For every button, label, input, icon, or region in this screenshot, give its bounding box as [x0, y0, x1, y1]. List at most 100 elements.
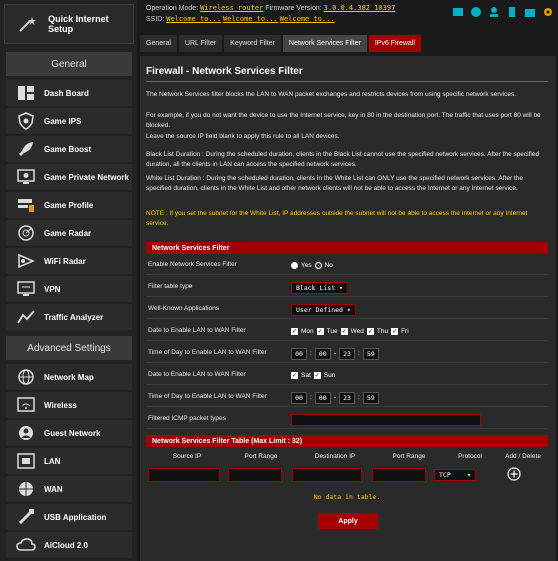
- filter-table-type-select[interactable]: Black List ▾: [291, 281, 348, 294]
- weekday-start-minute[interactable]: 00: [314, 347, 331, 360]
- advanced-settings-header: Advanced Settings: [6, 336, 132, 360]
- ssid-link-2[interactable]: Welcome to...: [223, 15, 278, 23]
- mon-checkbox[interactable]: ✓: [291, 328, 298, 335]
- sidebar-item-game-radar[interactable]: Game Radar: [6, 220, 132, 246]
- black-list-description: Black List Duration : During the schedul…: [146, 151, 540, 168]
- sidebar-item-usb-application[interactable]: USB Application: [6, 504, 132, 530]
- protocol-value: TCP: [439, 471, 451, 479]
- fri-label: Fri: [401, 328, 409, 335]
- filter-table-header: Network Services Filter Table (Max Limit…: [146, 435, 548, 447]
- sidebar-item-label: LAN: [44, 456, 61, 466]
- tab-keyword-filter[interactable]: Keyword Filter: [224, 35, 281, 52]
- apply-button[interactable]: Apply: [318, 513, 378, 529]
- sun-label: Sun: [323, 372, 336, 379]
- icmp-input[interactable]: [291, 413, 481, 426]
- sidebar-item-wireless[interactable]: Wireless: [6, 392, 132, 418]
- sidebar-item-label: USB Application: [44, 512, 107, 522]
- icmp-row: Filtered ICMP packet types: [146, 410, 548, 429]
- white-list-description: White List Duration : During the schedul…: [146, 175, 523, 192]
- known-apps-select[interactable]: User Defined ▾: [291, 303, 356, 316]
- destination-ip-input[interactable]: [292, 468, 362, 482]
- weekday-start-hour[interactable]: 00: [291, 347, 307, 360]
- sidebar-item-lan[interactable]: LAN: [6, 448, 132, 474]
- wan-icon: [14, 478, 38, 500]
- sidebar-item-game-profile[interactable]: Game Profile: [6, 192, 132, 218]
- sidebar-item-wifi-radar[interactable]: WiFi Radar: [6, 248, 132, 274]
- thu-checkbox[interactable]: ✓: [366, 328, 374, 335]
- tab-bar: General URL Filter Keyword Filter Networ…: [140, 35, 558, 52]
- col-destination-port-range: Port Range: [392, 452, 426, 460]
- client-status-icon[interactable]: [488, 6, 500, 18]
- game-profile-icon: [14, 194, 38, 216]
- sidebar-item-vpn[interactable]: VPN: [6, 276, 132, 302]
- source-port-input[interactable]: [228, 468, 282, 482]
- sidebar-item-wan[interactable]: WAN: [6, 476, 132, 502]
- gear-icon[interactable]: [542, 6, 554, 18]
- fri-checkbox[interactable]: ✓: [391, 328, 399, 335]
- security-status-icon[interactable]: [470, 6, 482, 18]
- weekday-end-minute[interactable]: 59: [362, 347, 379, 360]
- status-icons: [452, 6, 554, 18]
- dashboard-icon: [14, 82, 38, 104]
- protocol-select[interactable]: TCP ▾: [434, 469, 476, 481]
- col-source-ip: Source IP: [172, 452, 202, 460]
- firmware-link[interactable]: 3.0.0.4.382_10397: [324, 4, 396, 12]
- enable-no-radio[interactable]: [314, 262, 322, 269]
- ssid-link-3[interactable]: Welcome to...: [280, 15, 335, 23]
- sidebar-item-label: Traffic Analyzer: [44, 312, 104, 322]
- weekend-time-row: Time of Day to Enable LAN to WAN Filter …: [146, 388, 548, 407]
- filter-table-type-label: Filter table type: [148, 283, 193, 290]
- weekend-end-hour[interactable]: 23: [338, 391, 355, 404]
- tab-general[interactable]: General: [140, 35, 177, 52]
- wed-checkbox[interactable]: ✓: [340, 328, 348, 335]
- vpn-icon: [14, 278, 38, 300]
- enable-no-label: No: [324, 262, 333, 269]
- known-apps-label: Well-Known Applications: [148, 305, 220, 312]
- wand-icon: [17, 14, 40, 34]
- col-add-delete: Add / Delete: [505, 452, 541, 460]
- sidebar-item-label: WAN: [44, 484, 63, 494]
- rocket-icon: [14, 138, 38, 160]
- internet-status-icon[interactable]: [452, 6, 464, 18]
- weekend-time-label: Time of Day to Enable LAN to WAN Filter: [148, 393, 267, 400]
- quick-internet-setup-button[interactable]: Quick Internet Setup: [4, 4, 134, 44]
- source-ip-input[interactable]: [148, 468, 220, 482]
- add-rule-button[interactable]: [507, 467, 521, 481]
- weekday-end-hour[interactable]: 23: [338, 347, 355, 360]
- tab-url-filter[interactable]: URL Filter: [178, 35, 223, 52]
- traffic-icon: [14, 306, 38, 328]
- tab-ipv6-firewall[interactable]: IPv6 Firewall: [368, 35, 421, 52]
- sat-label: Sat: [301, 372, 311, 379]
- sidebar-item-label: Network Map: [44, 372, 94, 382]
- sidebar-item-traffic-analyzer[interactable]: Traffic Analyzer: [6, 304, 132, 330]
- weekend-row: Date to Enable LAN to WAN Filter ✓ Sat ✓ S…: [146, 366, 548, 385]
- sidebar-item-guest-network[interactable]: Guest Network: [6, 420, 132, 446]
- ssid-link-1[interactable]: Welcome to...: [166, 15, 221, 23]
- filter-table-type-row: Filter table type Black List ▾: [146, 278, 548, 297]
- app-icon[interactable]: [524, 6, 536, 18]
- enable-filter-row: Enable Network Services Filter Yes No: [146, 256, 548, 275]
- tab-network-services-filter[interactable]: Network Services Filter: [282, 35, 367, 52]
- weekend-end-minute[interactable]: 59: [362, 391, 379, 404]
- sidebar-item-game-boost[interactable]: Game Boost: [6, 136, 132, 162]
- sidebar-item-dashboard[interactable]: Dash Board: [6, 80, 132, 106]
- quick-setup-label: Quick Internet Setup: [48, 14, 109, 34]
- sidebar-item-network-map[interactable]: Network Map: [6, 364, 132, 390]
- lan-icon: [14, 450, 38, 472]
- usb-status-icon[interactable]: [506, 6, 518, 18]
- sidebar-item-aicloud[interactable]: AiCloud 2.0: [6, 532, 132, 558]
- tue-checkbox[interactable]: ✓: [316, 328, 324, 335]
- sidebar-item-label: Game IPS: [44, 116, 82, 126]
- sun-checkbox[interactable]: ✓: [313, 372, 321, 379]
- sidebar-item-label: AiCloud 2.0: [44, 540, 89, 550]
- cloud-icon: [14, 534, 38, 556]
- sidebar-item-game-ips[interactable]: Game IPS: [6, 108, 132, 134]
- destination-port-input[interactable]: [372, 468, 426, 482]
- globe-icon: [14, 366, 38, 388]
- sat-checkbox[interactable]: ✓: [291, 372, 298, 379]
- enable-yes-radio[interactable]: [291, 262, 298, 269]
- op-mode-link[interactable]: Wireless router: [200, 4, 263, 12]
- sidebar-item-game-private-network[interactable]: Game Private Network: [6, 164, 132, 190]
- weekend-start-minute[interactable]: 00: [314, 391, 331, 404]
- weekend-start-hour[interactable]: 00: [291, 391, 307, 404]
